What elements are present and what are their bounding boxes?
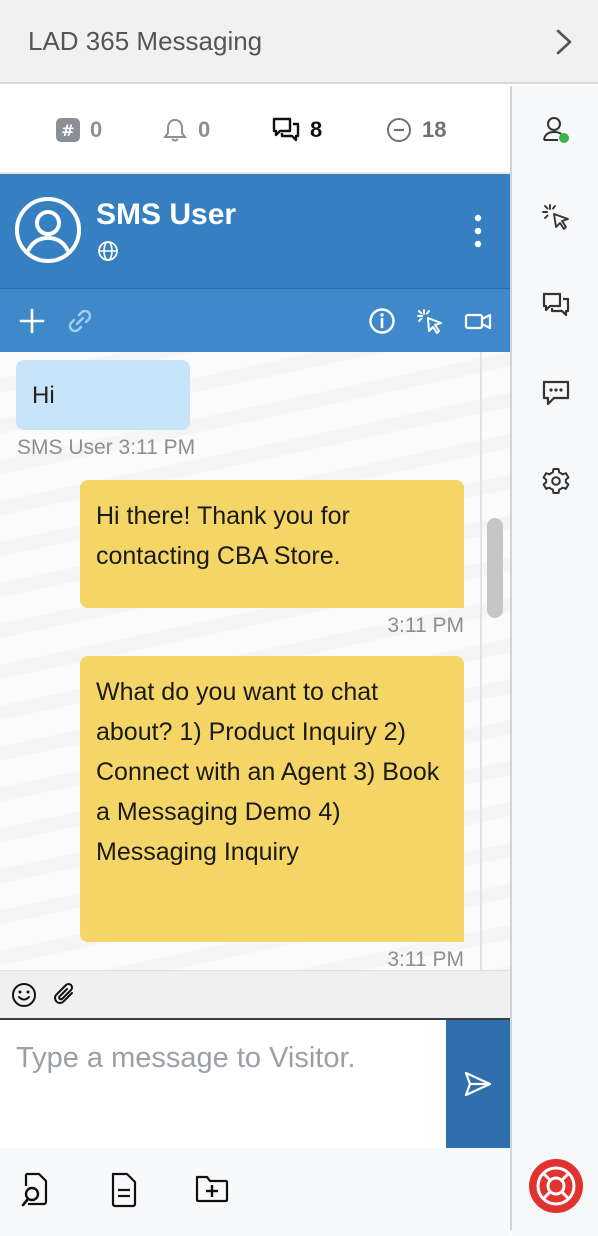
counter-notifications[interactable]: 0 xyxy=(162,116,210,144)
conversation-panel: # 0 0 8 18 SMS User Hi SMS User 3:11 PM … xyxy=(0,86,510,1236)
outgoing-message: What do you want to chat about? 1) Produ… xyxy=(80,656,464,942)
message-timestamp: 3:11 PM xyxy=(387,614,464,637)
link-icon[interactable] xyxy=(66,307,94,335)
svg-text:#: # xyxy=(61,121,74,140)
help-lifebuoy-icon[interactable] xyxy=(528,1158,584,1214)
outgoing-message: Hi there! Thank you for contacting CBA S… xyxy=(80,480,464,608)
side-rail xyxy=(512,86,598,1236)
send-icon xyxy=(464,1071,492,1097)
send-button[interactable] xyxy=(446,1020,510,1148)
scrollbar-track xyxy=(480,352,482,970)
app-title-bar: LAD 365 Messaging xyxy=(0,0,598,84)
hash-icon: # xyxy=(56,118,80,142)
app-title: LAD 365 Messaging xyxy=(28,26,263,56)
counter-chats-value: 8 xyxy=(310,117,323,142)
counter-away-value: 18 xyxy=(422,117,447,142)
compose-toolbar xyxy=(0,970,510,1018)
customer-name: SMS User xyxy=(96,198,237,231)
counter-hash[interactable]: # 0 xyxy=(56,116,102,144)
chat-toolbar xyxy=(0,288,510,352)
add-folder-icon[interactable] xyxy=(194,1172,230,1204)
counter-hash-value: 0 xyxy=(90,117,103,142)
avatar-icon xyxy=(15,197,81,263)
counter-away[interactable]: 18 xyxy=(386,116,446,144)
paperclip-icon[interactable] xyxy=(52,982,78,1008)
scrollbar-thumb[interactable] xyxy=(487,518,503,618)
chevron-right-icon[interactable] xyxy=(552,28,576,56)
gear-icon[interactable] xyxy=(541,466,571,496)
info-icon[interactable] xyxy=(368,307,396,335)
more-options-icon[interactable] xyxy=(470,214,486,248)
emoji-icon[interactable] xyxy=(11,982,37,1008)
bell-icon xyxy=(163,118,187,142)
presence-user-icon[interactable] xyxy=(541,114,571,144)
incoming-message: Hi xyxy=(16,360,190,430)
document-icon[interactable] xyxy=(108,1172,140,1208)
conversations-icon[interactable] xyxy=(541,290,571,320)
chats-icon xyxy=(272,117,300,142)
message-input[interactable] xyxy=(0,1020,446,1148)
video-icon[interactable] xyxy=(464,307,492,335)
message-list[interactable]: Hi SMS User 3:11 PM Hi there! Thank you … xyxy=(0,352,510,970)
counter-notifications-value: 0 xyxy=(198,117,211,142)
plus-icon[interactable] xyxy=(18,307,46,335)
cobrowse-rail-icon[interactable] xyxy=(541,202,571,232)
globe-icon xyxy=(98,241,118,261)
message-meta: SMS User 3:11 PM xyxy=(17,436,196,459)
agent-tools xyxy=(0,1148,510,1236)
counter-chats[interactable]: 8 xyxy=(272,116,322,144)
cobrowse-icon[interactable] xyxy=(416,307,444,335)
knowledge-search-icon[interactable] xyxy=(20,1172,52,1208)
work-counters: # 0 0 8 18 xyxy=(0,86,510,174)
minus-circle-icon xyxy=(387,118,411,142)
message-composer xyxy=(0,1018,510,1148)
chat-header: SMS User xyxy=(0,174,510,288)
message-timestamp: 3:11 PM xyxy=(387,948,464,970)
chat-bubble-icon[interactable] xyxy=(541,378,571,408)
